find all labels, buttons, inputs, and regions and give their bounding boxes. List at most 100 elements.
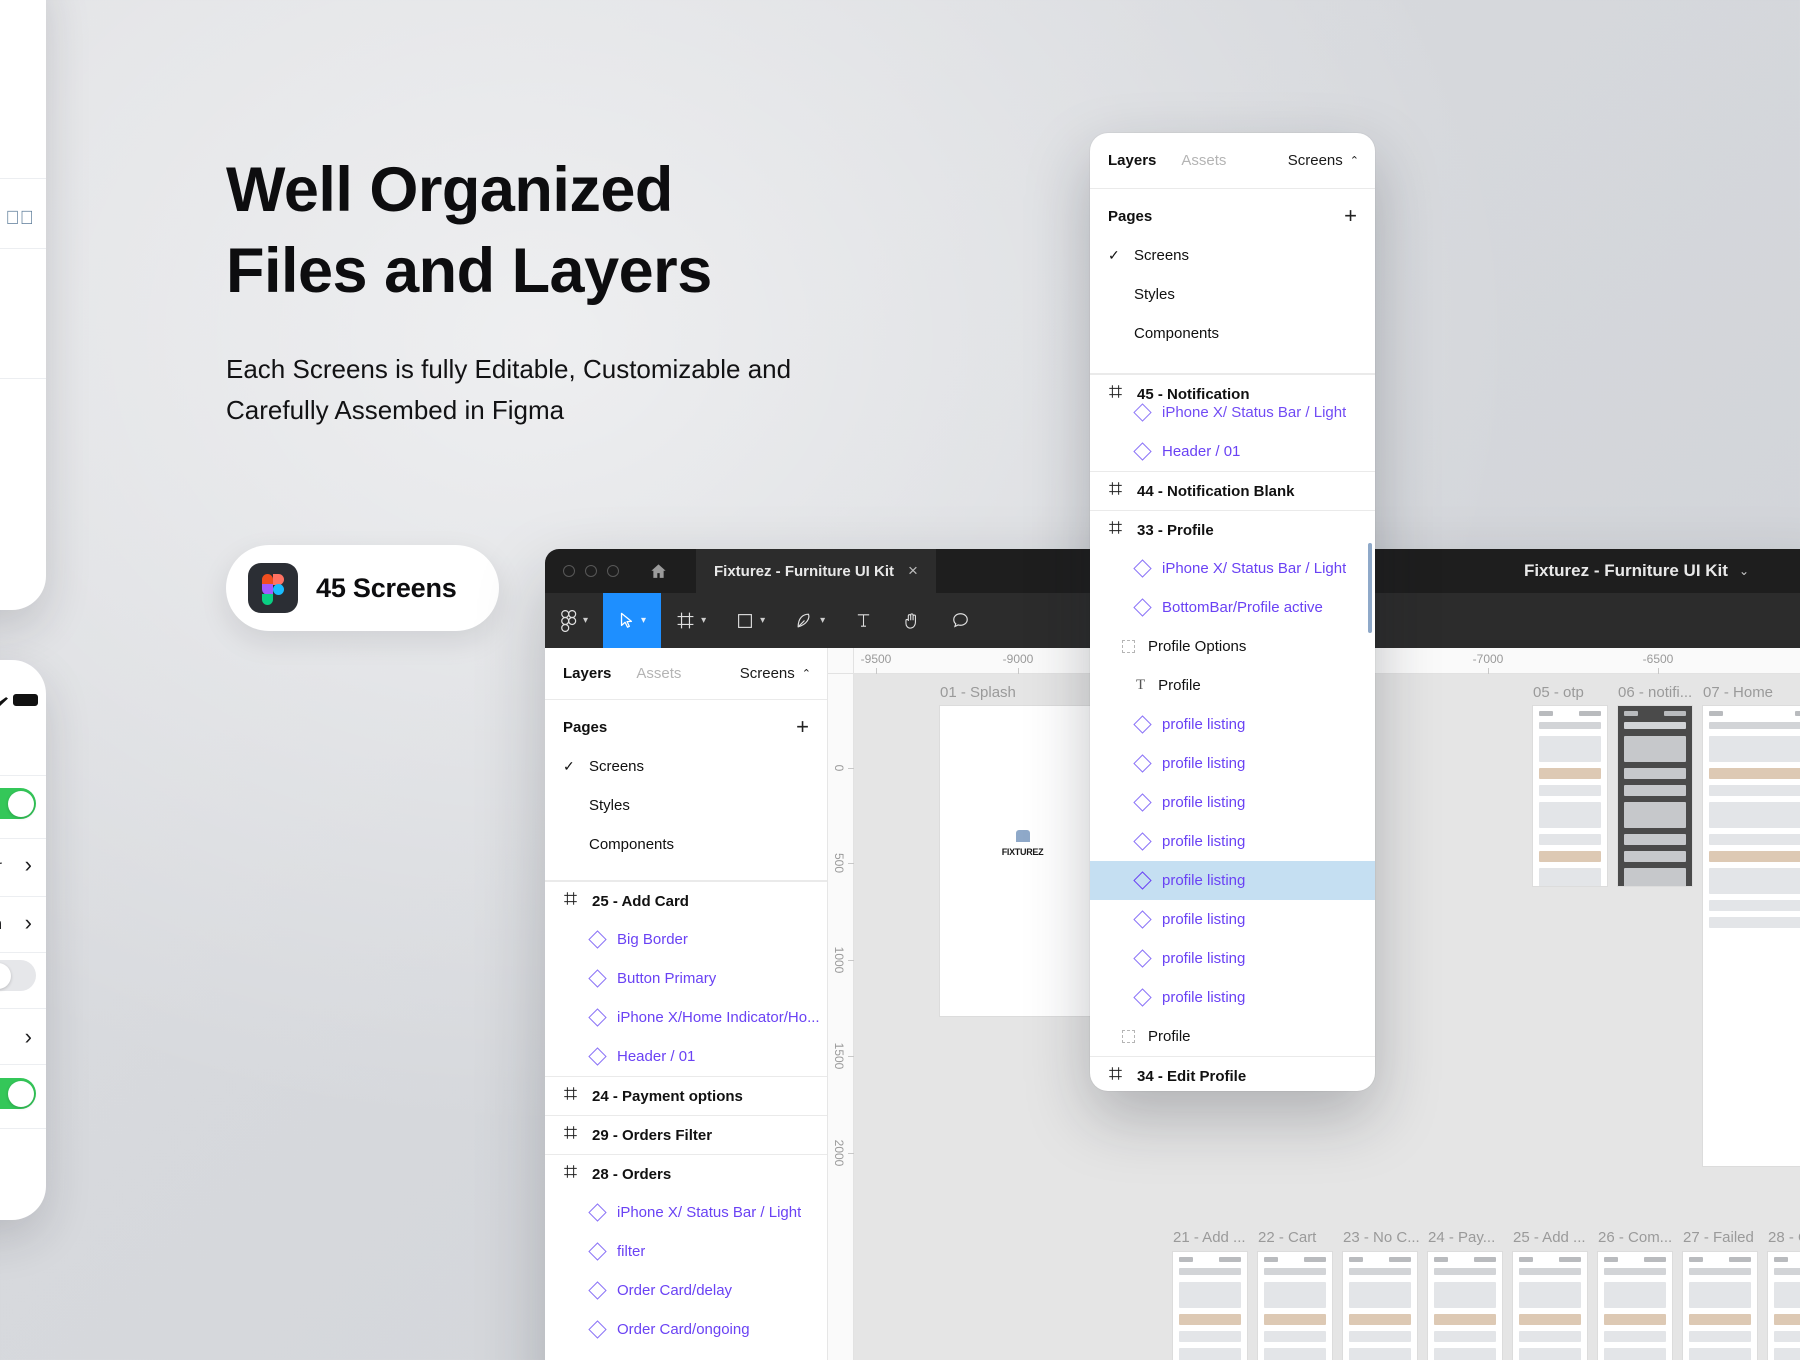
- shape-tool[interactable]: ▾: [721, 593, 780, 648]
- close-icon[interactable]: ×: [908, 561, 918, 581]
- layer-row[interactable]: 25 - Add Card: [545, 881, 827, 920]
- text-tool[interactable]: [840, 593, 887, 648]
- layer-row[interactable]: Header / 01: [1090, 432, 1375, 471]
- layer-row[interactable]: 28 - Orders: [545, 1154, 827, 1193]
- page-item-screens[interactable]: ✓ Screens: [1090, 236, 1375, 275]
- menu-tool[interactable]: ▾: [545, 593, 603, 648]
- frame-thumbnail[interactable]: [1703, 706, 1800, 1166]
- frame-label[interactable]: 28 - Orders: [1768, 1229, 1800, 1246]
- frame-thumbnail[interactable]: [1343, 1252, 1417, 1360]
- layer-row[interactable]: Profile: [1090, 1017, 1375, 1056]
- frame-label[interactable]: 06 - notifi...: [1618, 684, 1692, 701]
- layer-row[interactable]: profile listing: [1090, 861, 1375, 900]
- home-icon[interactable]: [649, 562, 668, 581]
- frame-label[interactable]: 05 - otp: [1533, 684, 1584, 701]
- frame-label[interactable]: 27 - Failed: [1683, 1229, 1754, 1246]
- page-selector[interactable]: Screens ⌃: [740, 665, 811, 682]
- chevron-down-icon[interactable]: ⌄: [1739, 564, 1749, 578]
- tab-layers[interactable]: Layers: [563, 665, 611, 682]
- scrollbar-thumb[interactable]: [1368, 543, 1372, 633]
- frame-thumbnail[interactable]: [1598, 1252, 1672, 1360]
- layer-row[interactable]: 34 - Edit Profile: [1090, 1056, 1375, 1091]
- tab-layers[interactable]: Layers: [1108, 152, 1156, 169]
- tab-file[interactable]: Fixturez - Furniture UI Kit ×: [696, 549, 936, 593]
- layer-row[interactable]: Header / 01: [545, 1037, 827, 1076]
- layer-row[interactable]: Order Card/delay: [545, 1271, 827, 1310]
- layer-row[interactable]: iPhone X/ Status Bar / Light: [1090, 549, 1375, 588]
- chevron-down-icon[interactable]: ▾: [701, 615, 706, 626]
- settings-toggle[interactable]: [0, 960, 36, 991]
- pen-tool[interactable]: ▾: [780, 593, 840, 648]
- close-button[interactable]: [563, 565, 575, 577]
- frame-thumbnail[interactable]: [1513, 1252, 1587, 1360]
- chevron-right-icon[interactable]: ›: [25, 1024, 32, 1050]
- hand-tool[interactable]: [887, 593, 936, 648]
- add-page-button[interactable]: +: [1344, 205, 1357, 227]
- panel-tabs[interactable]: Layers Assets Screens ⌃: [1090, 133, 1375, 189]
- add-page-button[interactable]: +: [796, 716, 809, 738]
- frame-tool[interactable]: ▾: [661, 593, 721, 648]
- frame-label[interactable]: 24 - Pay...: [1428, 1229, 1495, 1246]
- frame-thumbnail-splash[interactable]: FIXTUREZ: [940, 706, 1105, 1016]
- layer-row[interactable]: iPhone X/ Status Bar / Light: [1090, 393, 1375, 432]
- page-item-components[interactable]: Components: [1090, 314, 1375, 353]
- layer-row[interactable]: profile listing: [1090, 822, 1375, 861]
- frame-thumbnail[interactable]: [1533, 706, 1607, 886]
- maximize-button[interactable]: [607, 565, 619, 577]
- layer-row[interactable]: profile listing: [1090, 783, 1375, 822]
- layer-row[interactable]: profile listing: [1090, 978, 1375, 1017]
- file-title[interactable]: Fixturez - Furniture UI Kit ⌄: [1524, 561, 1749, 581]
- layer-row[interactable]: profile listing: [1090, 939, 1375, 978]
- page-selector[interactable]: Screens ⌃: [1288, 152, 1359, 169]
- layer-row[interactable]: BottomBar/Profile active: [1090, 588, 1375, 627]
- layer-row[interactable]: 29 - Orders Filter: [545, 1115, 827, 1154]
- chevron-right-icon[interactable]: ›: [25, 910, 32, 936]
- layer-row[interactable]: filter: [545, 1232, 827, 1271]
- layer-row[interactable]: Order Card/ongoing: [545, 1310, 827, 1349]
- layer-row[interactable]: profile listing: [1090, 744, 1375, 783]
- chevron-down-icon[interactable]: ▾: [641, 615, 646, 626]
- window-controls[interactable]: [545, 565, 619, 577]
- page-item-components[interactable]: Components: [545, 825, 827, 864]
- chevron-down-icon[interactable]: ▾: [583, 615, 588, 626]
- layer-row[interactable]: T Profile: [1090, 666, 1375, 705]
- page-item-screens[interactable]: ✓ Screens: [545, 747, 827, 786]
- chevron-right-icon[interactable]: ›: [25, 852, 32, 878]
- layer-row[interactable]: Button Primary: [545, 959, 827, 998]
- frame-thumbnail[interactable]: [1768, 1252, 1800, 1360]
- frame-label[interactable]: 22 - Cart: [1258, 1229, 1316, 1246]
- frame-label[interactable]: 25 - Add ...: [1513, 1229, 1586, 1246]
- chevron-down-icon[interactable]: ▾: [760, 615, 765, 626]
- layer-row[interactable]: profile listing: [1090, 705, 1375, 744]
- move-tool[interactable]: ▾: [603, 593, 662, 648]
- page-item-styles[interactable]: Styles: [1090, 275, 1375, 314]
- layer-row[interactable]: 44 - Notification Blank: [1090, 471, 1375, 510]
- layer-row[interactable]: iPhone X/Home Indicator/Ho...: [545, 998, 827, 1037]
- minimize-button[interactable]: [585, 565, 597, 577]
- frame-label-splash[interactable]: 01 - Splash: [940, 684, 1016, 701]
- tab-strip[interactable]: Fixturez - Furniture UI Kit ×: [696, 549, 936, 593]
- chevron-down-icon[interactable]: ▾: [820, 615, 825, 626]
- frame-thumbnail[interactable]: [1618, 706, 1692, 886]
- frame-label[interactable]: 26 - Com...: [1598, 1229, 1672, 1246]
- layer-row[interactable]: 24 - Payment options: [545, 1076, 827, 1115]
- layer-row[interactable]: profile listing: [1090, 900, 1375, 939]
- settings-toggle[interactable]: [0, 788, 36, 819]
- layer-row[interactable]: Big Border: [545, 920, 827, 959]
- frame-thumbnail[interactable]: [1258, 1252, 1332, 1360]
- settings-toggle[interactable]: [0, 1078, 36, 1109]
- tab-assets[interactable]: Assets: [636, 665, 681, 682]
- layer-row[interactable]: 33 - Profile: [1090, 510, 1375, 549]
- frame-label[interactable]: 07 - Home: [1703, 684, 1773, 701]
- frame-label[interactable]: 21 - Add ...: [1173, 1229, 1246, 1246]
- frame-thumbnail[interactable]: [1683, 1252, 1757, 1360]
- page-item-styles[interactable]: Styles: [545, 786, 827, 825]
- comment-tool[interactable]: [936, 593, 985, 648]
- frame-thumbnail[interactable]: [1173, 1252, 1247, 1360]
- layer-row[interactable]: iPhone X/ Status Bar / Light: [545, 1193, 827, 1232]
- detached-layers-panel[interactable]: Layers Assets Screens ⌃ Pages + ✓ Screens…: [1090, 133, 1375, 1091]
- frame-label[interactable]: 23 - No C...: [1343, 1229, 1420, 1246]
- layer-row[interactable]: Profile Options: [1090, 627, 1375, 666]
- tab-assets[interactable]: Assets: [1181, 152, 1226, 169]
- panel-tabs[interactable]: Layers Assets Screens ⌃: [545, 648, 827, 700]
